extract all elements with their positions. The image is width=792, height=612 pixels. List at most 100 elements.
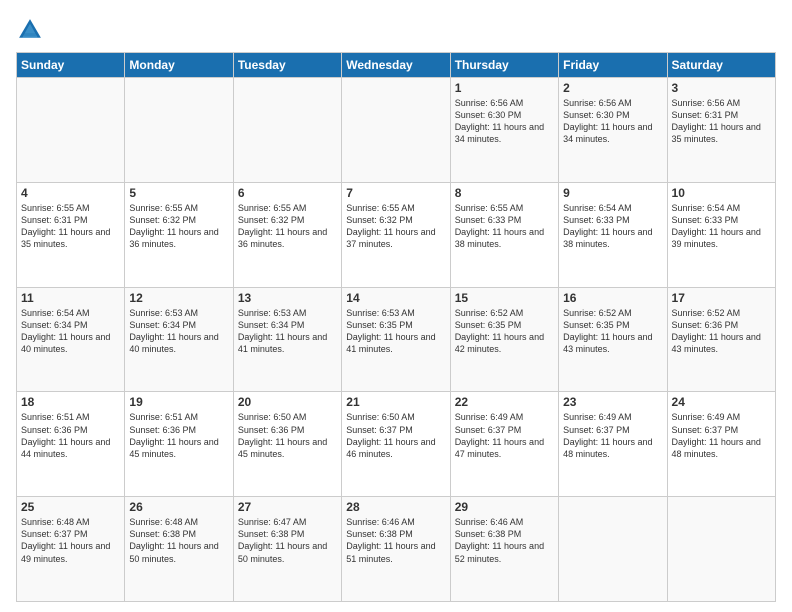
day-cell	[233, 78, 341, 183]
day-cell: 2 Sunrise: 6:56 AM Sunset: 6:30 PM Daylig…	[559, 78, 667, 183]
day-cell	[125, 78, 233, 183]
day-cell: 22 Sunrise: 6:49 AM Sunset: 6:37 PM Dayli…	[450, 392, 558, 497]
day-info: Sunrise: 6:54 AM Sunset: 6:34 PM Dayligh…	[21, 307, 120, 356]
day-cell: 17 Sunrise: 6:52 AM Sunset: 6:36 PM Dayli…	[667, 287, 775, 392]
day-number: 25	[21, 500, 120, 514]
day-info: Sunrise: 6:48 AM Sunset: 6:37 PM Dayligh…	[21, 516, 120, 565]
day-number: 21	[346, 395, 445, 409]
day-cell: 21 Sunrise: 6:50 AM Sunset: 6:37 PM Dayli…	[342, 392, 450, 497]
day-number: 11	[21, 291, 120, 305]
day-number: 19	[129, 395, 228, 409]
day-number: 14	[346, 291, 445, 305]
logo	[16, 16, 48, 44]
day-info: Sunrise: 6:56 AM Sunset: 6:30 PM Dayligh…	[563, 97, 662, 146]
day-cell: 19 Sunrise: 6:51 AM Sunset: 6:36 PM Dayli…	[125, 392, 233, 497]
day-number: 23	[563, 395, 662, 409]
day-info: Sunrise: 6:55 AM Sunset: 6:33 PM Dayligh…	[455, 202, 554, 251]
day-cell: 20Sunrise: 6:50 AM Sunset: 6:36 PM Dayli…	[233, 392, 341, 497]
weekday-header-row: SundayMondayTuesdayWednesdayThursdayFrid…	[17, 53, 776, 78]
day-cell: 26 Sunrise: 6:48 AM Sunset: 6:38 PM Dayli…	[125, 497, 233, 602]
day-cell: 29 Sunrise: 6:46 AM Sunset: 6:38 PM Dayli…	[450, 497, 558, 602]
day-number: 9	[563, 186, 662, 200]
day-number: 26	[129, 500, 228, 514]
day-cell: 14 Sunrise: 6:53 AM Sunset: 6:35 PM Dayli…	[342, 287, 450, 392]
day-info: Sunrise: 6:46 AM Sunset: 6:38 PM Dayligh…	[455, 516, 554, 565]
header	[16, 16, 776, 44]
day-info: Sunrise: 6:52 AM Sunset: 6:36 PM Dayligh…	[672, 307, 771, 356]
day-cell: 9 Sunrise: 6:54 AM Sunset: 6:33 PM Daylig…	[559, 182, 667, 287]
day-cell: 23 Sunrise: 6:49 AM Sunset: 6:37 PM Dayli…	[559, 392, 667, 497]
weekday-header-monday: Monday	[125, 53, 233, 78]
day-number: 15	[455, 291, 554, 305]
day-cell: 13 Sunrise: 6:53 AM Sunset: 6:34 PM Dayli…	[233, 287, 341, 392]
day-info: Sunrise: 6:50 AM Sunset: 6:37 PM Dayligh…	[346, 411, 445, 460]
day-cell: 1Sunrise: 6:56 AM Sunset: 6:30 PM Daylig…	[450, 78, 558, 183]
logo-icon	[16, 16, 44, 44]
day-cell: 27 Sunrise: 6:47 AM Sunset: 6:38 PM Dayli…	[233, 497, 341, 602]
week-row-4: 18 Sunrise: 6:51 AM Sunset: 6:36 PM Dayli…	[17, 392, 776, 497]
day-cell	[17, 78, 125, 183]
day-cell: 5 Sunrise: 6:55 AM Sunset: 6:32 PM Daylig…	[125, 182, 233, 287]
day-info: Sunrise: 6:51 AM Sunset: 6:36 PM Dayligh…	[21, 411, 120, 460]
day-cell: 11 Sunrise: 6:54 AM Sunset: 6:34 PM Dayli…	[17, 287, 125, 392]
day-number: 29	[455, 500, 554, 514]
day-number: 16	[563, 291, 662, 305]
day-number: 2	[563, 81, 662, 95]
day-info: Sunrise: 6:55 AM Sunset: 6:32 PM Dayligh…	[129, 202, 228, 251]
day-cell: 16 Sunrise: 6:52 AM Sunset: 6:35 PM Dayli…	[559, 287, 667, 392]
day-info: Sunrise: 6:52 AM Sunset: 6:35 PM Dayligh…	[563, 307, 662, 356]
day-number: 22	[455, 395, 554, 409]
calendar-table: SundayMondayTuesdayWednesdayThursdayFrid…	[16, 52, 776, 602]
day-info: Sunrise: 6:50 AM Sunset: 6:36 PM Dayligh…	[238, 411, 337, 460]
day-cell	[342, 78, 450, 183]
day-info: Sunrise: 6:53 AM Sunset: 6:34 PM Dayligh…	[129, 307, 228, 356]
weekday-header-wednesday: Wednesday	[342, 53, 450, 78]
day-cell: 3 Sunrise: 6:56 AM Sunset: 6:31 PM Daylig…	[667, 78, 775, 183]
day-cell: 8 Sunrise: 6:55 AM Sunset: 6:33 PM Daylig…	[450, 182, 558, 287]
day-info: Sunrise: 6:54 AM Sunset: 6:33 PM Dayligh…	[672, 202, 771, 251]
day-info: Sunrise: 6:54 AM Sunset: 6:33 PM Dayligh…	[563, 202, 662, 251]
week-row-3: 11 Sunrise: 6:54 AM Sunset: 6:34 PM Dayli…	[17, 287, 776, 392]
day-cell: 4 Sunrise: 6:55 AM Sunset: 6:31 PM Daylig…	[17, 182, 125, 287]
day-info: Sunrise: 6:49 AM Sunset: 6:37 PM Dayligh…	[455, 411, 554, 460]
day-cell	[559, 497, 667, 602]
day-info: Sunrise: 6:49 AM Sunset: 6:37 PM Dayligh…	[672, 411, 771, 460]
day-number: 18	[21, 395, 120, 409]
day-info: Sunrise: 6:46 AM Sunset: 6:38 PM Dayligh…	[346, 516, 445, 565]
day-info: Sunrise: 6:51 AM Sunset: 6:36 PM Dayligh…	[129, 411, 228, 460]
weekday-header-thursday: Thursday	[450, 53, 558, 78]
day-number: 6	[238, 186, 337, 200]
day-cell: 24 Sunrise: 6:49 AM Sunset: 6:37 PM Dayli…	[667, 392, 775, 497]
day-cell: 6 Sunrise: 6:55 AM Sunset: 6:32 PM Daylig…	[233, 182, 341, 287]
day-info: Sunrise: 6:52 AM Sunset: 6:35 PM Dayligh…	[455, 307, 554, 356]
day-cell: 28 Sunrise: 6:46 AM Sunset: 6:38 PM Dayli…	[342, 497, 450, 602]
day-cell: 18 Sunrise: 6:51 AM Sunset: 6:36 PM Dayli…	[17, 392, 125, 497]
day-number: 13	[238, 291, 337, 305]
day-info: Sunrise: 6:49 AM Sunset: 6:37 PM Dayligh…	[563, 411, 662, 460]
day-cell: 25 Sunrise: 6:48 AM Sunset: 6:37 PM Dayli…	[17, 497, 125, 602]
day-number: 8	[455, 186, 554, 200]
day-number: 28	[346, 500, 445, 514]
weekday-header-saturday: Saturday	[667, 53, 775, 78]
day-number: 17	[672, 291, 771, 305]
day-number: 1	[455, 81, 554, 95]
day-info: Sunrise: 6:48 AM Sunset: 6:38 PM Dayligh…	[129, 516, 228, 565]
day-number: 5	[129, 186, 228, 200]
day-number: 24	[672, 395, 771, 409]
day-number: 4	[21, 186, 120, 200]
day-info: Sunrise: 6:55 AM Sunset: 6:31 PM Dayligh…	[21, 202, 120, 251]
day-info: Sunrise: 6:55 AM Sunset: 6:32 PM Dayligh…	[346, 202, 445, 251]
week-row-2: 4 Sunrise: 6:55 AM Sunset: 6:31 PM Daylig…	[17, 182, 776, 287]
day-info: Sunrise: 6:53 AM Sunset: 6:34 PM Dayligh…	[238, 307, 337, 356]
day-number: 3	[672, 81, 771, 95]
weekday-header-tuesday: Tuesday	[233, 53, 341, 78]
day-cell: 10 Sunrise: 6:54 AM Sunset: 6:33 PM Dayli…	[667, 182, 775, 287]
day-number: 10	[672, 186, 771, 200]
day-info: Sunrise: 6:56 AM Sunset: 6:31 PM Dayligh…	[672, 97, 771, 146]
day-info: Sunrise: 6:47 AM Sunset: 6:38 PM Dayligh…	[238, 516, 337, 565]
weekday-header-sunday: Sunday	[17, 53, 125, 78]
day-number: 27	[238, 500, 337, 514]
day-cell: 12Sunrise: 6:53 AM Sunset: 6:34 PM Dayli…	[125, 287, 233, 392]
day-info: Sunrise: 6:53 AM Sunset: 6:35 PM Dayligh…	[346, 307, 445, 356]
day-info: Sunrise: 6:55 AM Sunset: 6:32 PM Dayligh…	[238, 202, 337, 251]
